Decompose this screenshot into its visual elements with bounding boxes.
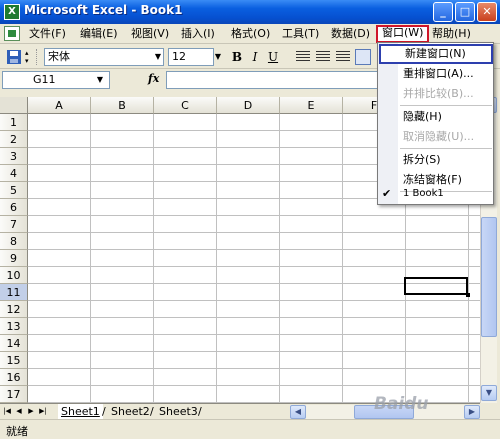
align-left-icon[interactable] xyxy=(296,51,310,62)
menu-item-book1[interactable]: 1 Book1 xyxy=(398,184,493,204)
menu-item-hide[interactable]: 隐藏(H) xyxy=(398,107,493,127)
toolbar-grip[interactable] xyxy=(36,49,39,65)
row-header[interactable]: 4 xyxy=(0,165,28,182)
font-size-select[interactable]: 12 xyxy=(168,48,214,66)
row-header[interactable]: 14 xyxy=(0,335,28,352)
select-all-corner[interactable] xyxy=(0,97,28,114)
menu-data[interactable]: 数据(D) xyxy=(327,26,374,42)
column-header-e[interactable]: E xyxy=(280,97,343,114)
row-header[interactable]: 1 xyxy=(0,114,28,131)
checkmark-icon: ✔ xyxy=(382,187,392,200)
row-header[interactable]: 6 xyxy=(0,199,28,216)
scroll-left-icon[interactable]: ◀ xyxy=(290,405,306,419)
row-header[interactable]: 8 xyxy=(0,233,28,250)
menu-icon-gutter xyxy=(378,43,398,204)
next-sheet-icon[interactable]: ▶ xyxy=(26,405,36,418)
bold-button[interactable]: B xyxy=(228,48,246,66)
sheet-tab-1[interactable]: Sheet1 xyxy=(58,404,103,419)
close-button[interactable]: ✕ xyxy=(477,2,497,22)
save-icon[interactable] xyxy=(6,49,22,65)
window-menu-dropdown: 新建窗口(N) 重排窗口(A)... 并排比较(B)... 隐藏(H) 取消隐藏… xyxy=(377,42,494,205)
tab-divider: / xyxy=(102,405,106,418)
menu-view[interactable]: 视图(V) xyxy=(127,26,173,42)
menu-bar: 文件(F) 编辑(E) 视图(V) 插入(I) 格式(O) 工具(T) 数据(D… xyxy=(0,24,500,44)
menu-edit[interactable]: 编辑(E) xyxy=(76,26,122,42)
menu-window[interactable]: 窗口(W) xyxy=(376,25,430,43)
menu-separator xyxy=(400,105,492,106)
toolbar-options-icon[interactable]: ▴ ▾ xyxy=(25,49,31,65)
document-icon[interactable] xyxy=(4,26,20,41)
window-title: Microsoft Excel - Book1 xyxy=(24,3,183,17)
formula-input[interactable] xyxy=(166,71,378,89)
row-header[interactable]: 12 xyxy=(0,301,28,318)
row-header-selected[interactable]: 11 xyxy=(0,284,28,301)
row-header[interactable]: 3 xyxy=(0,148,28,165)
tab-divider: / xyxy=(198,405,202,418)
scroll-right-icon[interactable]: ▶ xyxy=(464,405,480,419)
name-box-dropdown-icon[interactable]: ▼ xyxy=(94,71,106,89)
font-name-dropdown-icon[interactable]: ▼ xyxy=(152,48,164,66)
minimize-button[interactable]: _ xyxy=(433,2,453,22)
prev-sheet-icon[interactable]: ◀ xyxy=(14,405,24,418)
menu-item-arrange[interactable]: 重排窗口(A)... xyxy=(398,64,493,84)
status-text: 就绪 xyxy=(6,425,28,438)
font-size-dropdown-icon[interactable]: ▼ xyxy=(212,48,224,66)
column-header-c[interactable]: C xyxy=(154,97,217,114)
row-header[interactable]: 2 xyxy=(0,131,28,148)
sheet-tab-2[interactable]: Sheet2 xyxy=(108,404,153,419)
menu-item-split[interactable]: 拆分(S) xyxy=(398,150,493,170)
menu-item-unhide[interactable]: 取消隐藏(U)... xyxy=(398,127,493,147)
maximize-button[interactable]: □ xyxy=(455,2,475,22)
last-sheet-icon[interactable]: ▶| xyxy=(38,405,48,418)
menu-format[interactable]: 格式(O) xyxy=(227,26,274,42)
row-header[interactable]: 16 xyxy=(0,369,28,386)
row-header[interactable]: 17 xyxy=(0,386,28,403)
row-header[interactable]: 10 xyxy=(0,267,28,284)
row-header[interactable]: 15 xyxy=(0,352,28,369)
menu-tools[interactable]: 工具(T) xyxy=(278,26,323,42)
menu-help[interactable]: 帮助(H) xyxy=(428,26,475,42)
menu-insert[interactable]: 插入(I) xyxy=(177,26,219,42)
align-right-icon[interactable] xyxy=(336,51,350,62)
scroll-down-icon[interactable]: ▼ xyxy=(481,385,497,401)
vertical-scroll-thumb[interactable] xyxy=(481,217,497,337)
italic-button[interactable]: I xyxy=(246,48,264,66)
row-header[interactable]: 5 xyxy=(0,182,28,199)
excel-app-icon[interactable]: X xyxy=(4,4,20,20)
column-header-b[interactable]: B xyxy=(91,97,154,114)
row-header[interactable]: 13 xyxy=(0,318,28,335)
row-header[interactable]: 7 xyxy=(0,216,28,233)
menu-file[interactable]: 文件(F) xyxy=(25,26,70,42)
menu-separator xyxy=(400,148,492,149)
menu-item-compare-side-by-side[interactable]: 并排比较(B)... xyxy=(398,84,493,104)
insert-function-icon[interactable]: fx xyxy=(148,72,159,85)
status-bar: 就绪 xyxy=(0,419,500,438)
title-bar: X Microsoft Excel - Book1 _ □ ✕ xyxy=(0,0,500,24)
sheet-tab-3[interactable]: Sheet3 xyxy=(156,404,201,419)
menu-item-new-window[interactable]: 新建窗口(N) xyxy=(379,44,493,64)
tab-divider: / xyxy=(150,405,154,418)
first-sheet-icon[interactable]: |◀ xyxy=(2,405,12,418)
merge-center-icon[interactable] xyxy=(355,49,371,65)
column-header-a[interactable]: A xyxy=(28,97,91,114)
underline-button[interactable]: U xyxy=(264,48,282,66)
active-cell-g11[interactable] xyxy=(404,277,470,297)
column-header-d[interactable]: D xyxy=(217,97,280,114)
row-header[interactable]: 9 xyxy=(0,250,28,267)
align-center-icon[interactable] xyxy=(316,51,330,62)
font-name-select[interactable]: 宋体 xyxy=(44,48,164,66)
watermark-logo: Baidu xyxy=(374,394,429,414)
